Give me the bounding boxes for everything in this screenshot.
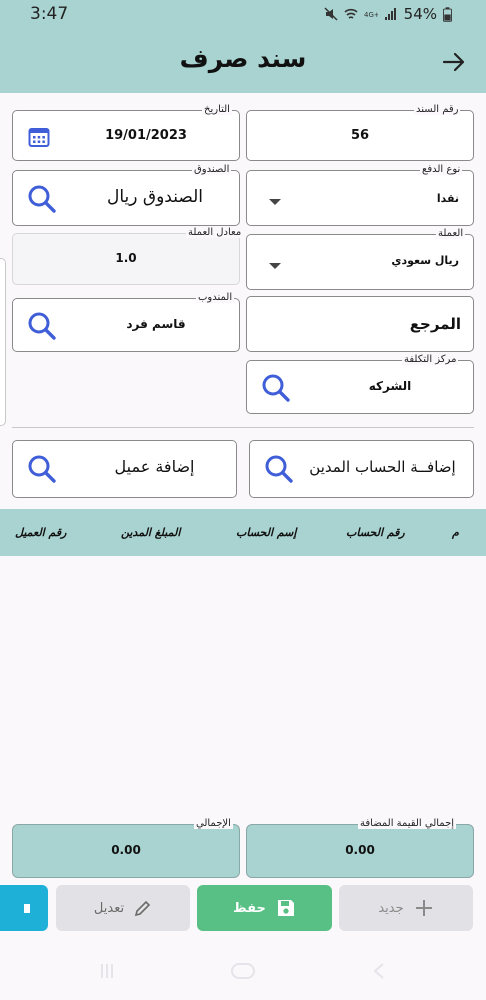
pencil-icon (134, 900, 151, 917)
vat-total-label: إجمالي القيمة المضافة (358, 818, 457, 829)
status-time: 3:47 (30, 4, 69, 24)
chevron-down-icon (269, 263, 281, 269)
currency-dropdown[interactable]: ريال سعودي (246, 234, 474, 290)
edit-button[interactable]: تعديل (56, 885, 190, 931)
cash-box-field[interactable]: الصندوق ريال (12, 170, 240, 226)
reference-field[interactable]: المرجع (246, 296, 474, 352)
recents-icon[interactable] (100, 962, 114, 980)
save-button[interactable]: حفظ (197, 885, 332, 931)
payment-type-dropdown[interactable]: نقدا (246, 170, 474, 226)
currency-value: ريال سعودي (391, 254, 459, 267)
col-debit-amount: المبلغ المدين (121, 526, 181, 539)
back-nav-icon[interactable] (372, 962, 386, 980)
page-title: سند صرف (179, 44, 307, 73)
cash-box-value: الصندوق ريال (107, 187, 203, 207)
add-customer-button[interactable]: إضافة عميل (12, 440, 237, 498)
search-icon (265, 455, 293, 483)
delete-button[interactable] (0, 885, 48, 931)
system-nav-bar (0, 950, 486, 1000)
home-icon[interactable] (230, 962, 256, 980)
voucher-number-field[interactable]: 56 (246, 110, 474, 161)
reference-value: المرجع (409, 315, 461, 333)
new-button[interactable]: جديد (339, 885, 473, 931)
grand-total-label: الإجمالي (194, 818, 233, 829)
exchange-rate-value: 1.0 (115, 251, 137, 265)
signal-icon (384, 8, 396, 20)
battery-icon (443, 6, 452, 22)
vat-total-value: 0.00 (345, 843, 375, 857)
voucher-number-label: رقم السند (414, 104, 461, 115)
chevron-down-icon (269, 199, 281, 205)
divider (12, 427, 474, 428)
wifi-icon (344, 8, 358, 19)
search-icon (28, 455, 56, 483)
cost-center-label: مركز التكلفة (402, 354, 459, 365)
plus-icon (415, 900, 432, 916)
payment-type-value: نقدا (436, 192, 459, 205)
status-icons: 4G+ 54% (324, 5, 452, 23)
representative-value: قاسم فرد (126, 317, 186, 331)
grand-total-field: 0.00 (12, 824, 240, 878)
currency-label: العملة (436, 228, 466, 239)
add-debit-account-button[interactable]: إضافــة الحساب المدين (249, 440, 474, 498)
app-bar: سند صرف (0, 30, 486, 93)
representative-field[interactable]: قاسم فرد (12, 298, 240, 352)
cost-center-field[interactable]: الشركه (246, 360, 474, 414)
add-debit-account-label: إضافــة الحساب المدين (309, 458, 456, 476)
representative-label: المندوب (196, 292, 235, 303)
search-icon[interactable] (261, 373, 291, 403)
payment-type-label: نوع الدفع (420, 164, 463, 175)
vat-total-field: 0.00 (246, 824, 474, 878)
svg-text:4G+: 4G+ (364, 11, 378, 19)
save-label: حفظ (233, 900, 266, 916)
col-account-name: إسم الحساب (236, 526, 297, 539)
table-header: م رقم الحساب إسم الحساب المبلغ المدين رق… (0, 509, 486, 556)
delete-icon (24, 904, 30, 913)
cash-box-label: الصندوق (192, 164, 232, 175)
search-icon[interactable] (27, 311, 57, 341)
exchange-rate-field[interactable]: 1.0 (12, 233, 240, 285)
exchange-rate-label: معادل العملة (186, 227, 244, 238)
add-customer-label: إضافة عميل (114, 457, 195, 476)
status-bar: 3:47 4G+ 54% (0, 0, 486, 30)
date-label: التاريخ (202, 104, 232, 115)
new-label: جديد (378, 900, 404, 916)
date-value: 19/01/2023 (105, 128, 187, 143)
back-arrow-icon[interactable] (442, 50, 466, 74)
col-index: م (452, 526, 459, 539)
save-icon (277, 900, 294, 916)
col-customer-number: رقم العميل (15, 526, 67, 539)
side-drawer-handle[interactable] (0, 258, 6, 426)
col-account-number: رقم الحساب (346, 526, 405, 539)
edit-label: تعديل (93, 900, 125, 916)
grand-total-value: 0.00 (111, 843, 141, 857)
cost-center-value: الشركه (368, 379, 412, 393)
date-field[interactable]: 19/01/2023 (12, 110, 240, 161)
lte-icon: 4G+ (364, 11, 378, 19)
voucher-number-value: 56 (350, 128, 370, 143)
search-icon[interactable] (27, 184, 57, 214)
calendar-icon[interactable] (28, 126, 50, 148)
battery-percent: 54% (403, 5, 437, 23)
mute-icon (324, 7, 338, 21)
